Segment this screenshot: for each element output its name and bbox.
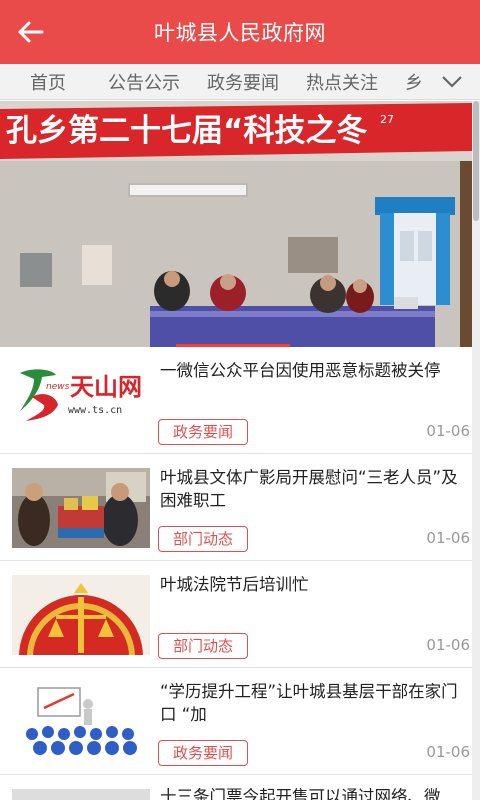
tab-announcements[interactable]: 公告公示 xyxy=(108,69,180,95)
news-date: 01-06 xyxy=(426,636,470,654)
news-thumbnail xyxy=(12,468,150,548)
thumb-news-word: news xyxy=(46,382,70,392)
tab-home[interactable]: 首页 xyxy=(30,69,66,95)
tab-bar: 首页 公告公示 政务要闻 热点关注 乡 xyxy=(0,64,480,100)
news-item[interactable]: 十三条门票今起开售可以通过网络、微 xyxy=(0,775,472,800)
category-tag[interactable]: 政务要闻 xyxy=(158,419,249,445)
news-title[interactable]: 十三条门票今起开售可以通过网络、微 xyxy=(160,785,465,800)
category-tag[interactable]: 政务要闻 xyxy=(158,740,249,766)
banner-photo: 孔乡第二十七届“科技之冬 27 xyxy=(0,101,472,347)
news-item[interactable]: 叶城县文体广影局开展慰问“三老人员”及困难职工 部门动态 01-06 xyxy=(0,454,472,561)
news-date: 01-06 xyxy=(426,743,470,761)
more-tabs-button[interactable] xyxy=(424,64,480,99)
tab-hot-topics[interactable]: 热点关注 xyxy=(306,69,378,95)
banner-sign-number: 27 xyxy=(380,113,394,126)
chevron-down-icon xyxy=(442,76,462,88)
category-tag[interactable]: 部门动态 xyxy=(158,633,249,659)
back-button[interactable] xyxy=(10,12,50,52)
news-title[interactable]: 叶城县文体广影局开展慰问“三老人员”及困难职工 xyxy=(160,466,465,512)
news-item[interactable]: “学历提升工程”让叶城县基层干部在家门口 “加 政务要闻 01-06 xyxy=(0,668,472,775)
news-title[interactable]: “学历提升工程”让叶城县基层干部在家门口 “加 xyxy=(160,680,465,726)
arrow-left-icon xyxy=(18,21,44,43)
news-date: 01-06 xyxy=(426,529,470,547)
category-tag[interactable]: 部门动态 xyxy=(158,526,249,552)
news-title[interactable]: 叶城法院节后培训忙 xyxy=(160,573,465,596)
app-header: 叶城县人民政府网 xyxy=(0,0,480,64)
thumb-url: www.ts.cn xyxy=(68,405,122,416)
scrollbar-thumb[interactable] xyxy=(473,101,479,221)
scrollbar[interactable] xyxy=(472,101,480,800)
page-title: 叶城县人民政府网 xyxy=(154,21,326,45)
thumb-brand: 天山网 xyxy=(70,372,142,401)
banner-carousel[interactable]: 孔乡第二十七届“科技之冬 27 xyxy=(0,101,472,347)
news-item[interactable]: 叶城法院节后培训忙 部门动态 01-06 xyxy=(0,561,472,668)
tab-government-news[interactable]: 政务要闻 xyxy=(207,69,279,95)
news-thumbnail: news 天山网 www.ts.cn xyxy=(12,361,150,441)
tab-township[interactable]: 乡 xyxy=(405,69,423,95)
news-thumbnail xyxy=(12,789,150,800)
news-title[interactable]: 一微信公众平台因使用恶意标题被关停 xyxy=(160,359,465,382)
news-date: 01-06 xyxy=(426,422,470,440)
news-thumbnail xyxy=(12,682,150,762)
banner-sign-text: 孔乡第二十七届“科技之冬 xyxy=(6,113,367,149)
news-item[interactable]: news 天山网 www.ts.cn 一微信公众平台因使用恶意标题被关停 政务要… xyxy=(0,347,472,454)
news-thumbnail xyxy=(12,575,150,655)
